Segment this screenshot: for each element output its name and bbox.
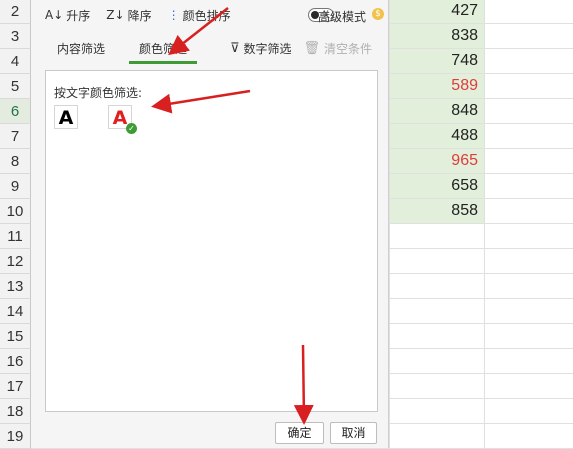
row-header[interactable]: 17: [0, 374, 31, 399]
clear-conditions-button[interactable]: 🗑 清空条件: [303, 40, 372, 57]
color-filter-content: 按文字颜色筛选: A A ✓: [45, 70, 378, 412]
filter-tools: ⊽ 数字筛选 🗑 清空条件: [230, 40, 372, 57]
sort-ascending-button[interactable]: A↓ 升序: [45, 7, 90, 24]
row-header[interactable]: 16: [0, 349, 31, 374]
tab-color-filter[interactable]: 颜色筛选: [139, 40, 187, 57]
advanced-mode-label: 高级模式: [317, 10, 366, 24]
row-header[interactable]: 9: [0, 174, 31, 199]
trash-icon: 🗑: [303, 41, 320, 56]
color-sort-label: 颜色排序: [182, 8, 231, 23]
row-header[interactable]: 2: [0, 0, 31, 24]
row-header[interactable]: 13: [0, 274, 31, 299]
clear-conditions-label: 清空条件: [323, 42, 372, 56]
cancel-button[interactable]: 取消: [330, 422, 377, 444]
sort-ascending-icon: A↓: [45, 8, 64, 22]
row-header[interactable]: 7: [0, 124, 31, 149]
filter-panel: A↓ 升序 Z↓ 降序 ⋮ 颜色排序 关 高级模式 $ 内容筛选 颜色筛选 ⊽ …: [31, 0, 389, 448]
value-cell[interactable]: 858: [390, 199, 484, 223]
value-cell[interactable]: 848: [390, 99, 484, 123]
value-cell[interactable]: 658: [390, 174, 484, 198]
font-color-filter-label: 按文字颜色筛选:: [54, 86, 143, 100]
sort-descending-icon: Z↓: [106, 8, 125, 22]
value-cell[interactable]: 838: [390, 24, 484, 48]
row-header[interactable]: 6: [0, 99, 31, 124]
sort-descending-button[interactable]: Z↓ 降序: [106, 7, 151, 24]
sort-descending-label: 降序: [127, 8, 152, 23]
value-cell[interactable]: 427: [390, 0, 484, 23]
row-header[interactable]: 8: [0, 149, 31, 174]
value-cell[interactable]: 748: [390, 49, 484, 73]
funnel-icon: ⊽: [229, 41, 240, 56]
value-cell[interactable]: 965: [390, 149, 484, 173]
row-header[interactable]: 4: [0, 49, 31, 74]
value-cell[interactable]: 488: [390, 124, 484, 148]
row-header[interactable]: 15: [0, 324, 31, 349]
sort-ascending-label: 升序: [66, 8, 91, 23]
color-sort-icon: ⋮: [167, 8, 180, 22]
tab-content-filter[interactable]: 内容筛选: [57, 40, 105, 57]
active-tab-underline: [129, 61, 197, 64]
number-filter-button[interactable]: 数字筛选: [243, 40, 291, 57]
row-header[interactable]: 18: [0, 399, 31, 424]
row-header[interactable]: 14: [0, 299, 31, 324]
value-cell[interactable]: 589: [390, 74, 484, 98]
row-header[interactable]: 19: [0, 424, 31, 449]
row-header[interactable]: 11: [0, 224, 31, 249]
ok-button[interactable]: 确定: [275, 422, 324, 444]
font-color-swatch-black[interactable]: A: [54, 105, 78, 129]
row-header[interactable]: 3: [0, 24, 31, 49]
premium-coin-icon[interactable]: $: [372, 8, 384, 20]
color-sort-button[interactable]: ⋮ 颜色排序: [168, 7, 231, 24]
row-header[interactable]: 12: [0, 249, 31, 274]
selected-check-icon: ✓: [126, 123, 137, 134]
column-divider: [484, 0, 485, 448]
row-header[interactable]: 10: [0, 199, 31, 224]
row-header[interactable]: 5: [0, 74, 31, 99]
